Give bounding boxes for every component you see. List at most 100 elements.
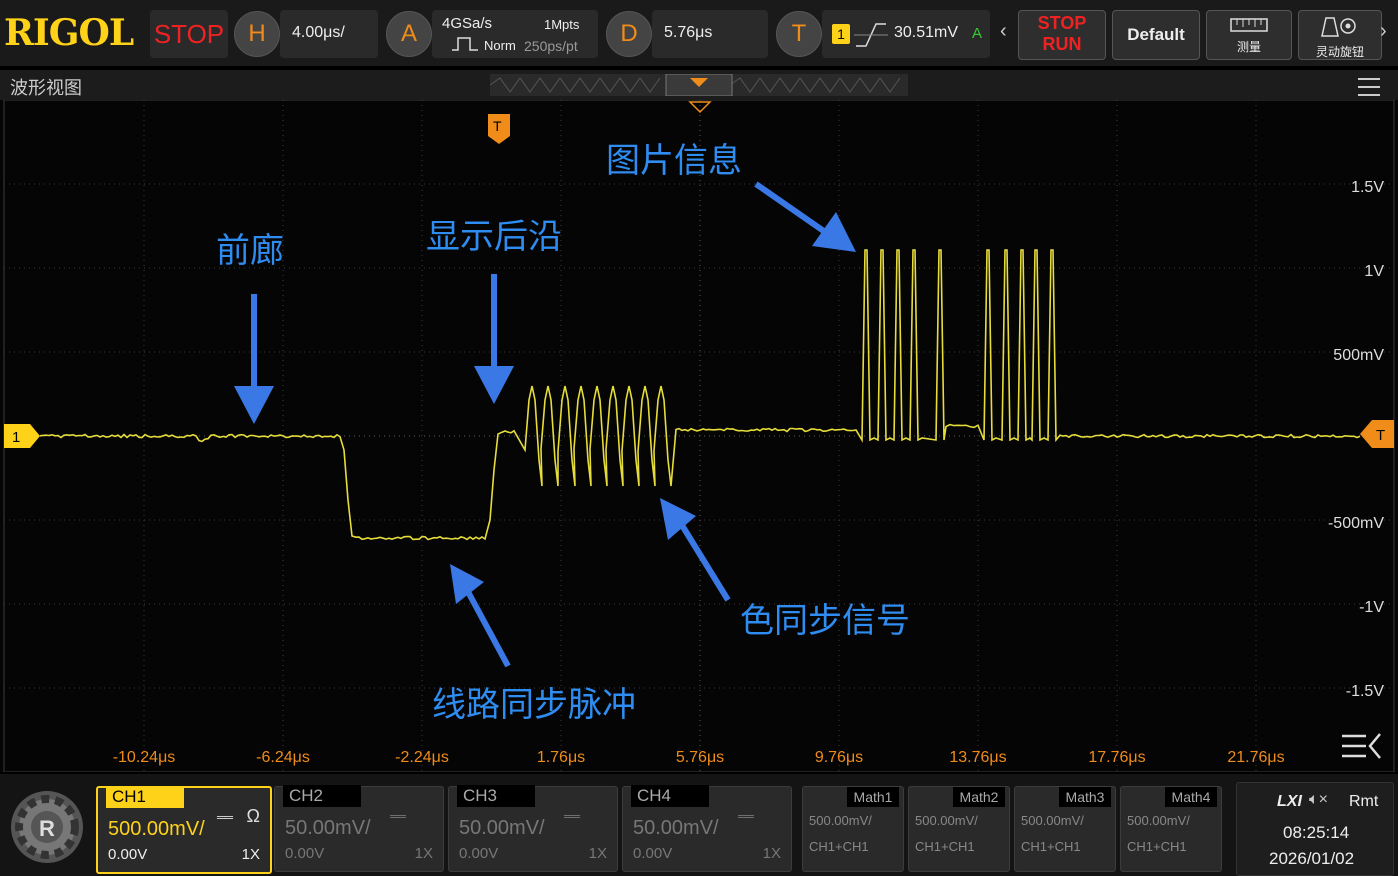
stop-run-button[interactable]: STOP RUN [1018, 10, 1106, 60]
mute-icon[interactable]: 🔈︎× [1309, 791, 1328, 809]
time-label: -10.24μs [113, 749, 176, 766]
ch2-offset: 0.00V [285, 845, 324, 862]
acquire-mode-icon [450, 36, 480, 52]
math3-label: Math3 [1059, 787, 1111, 807]
lxi-label: LXI [1277, 793, 1302, 811]
trigger-panel[interactable]: 1 30.51mV A [822, 10, 990, 58]
math2-panel[interactable]: Math2 500.00mV/ CH1+CH1 [908, 786, 1010, 872]
ch1-probe: 1X [242, 846, 260, 863]
ch1-label: CH1 [106, 786, 184, 808]
time-resolution: 250ps/pt [524, 38, 578, 54]
ch2-probe: 1X [415, 845, 433, 862]
home-gear-icon[interactable]: R [6, 786, 88, 868]
annotation-front-porch: 前廊 [216, 232, 284, 270]
time-label: -6.24μs [256, 749, 310, 766]
trigger-key-icon[interactable]: T [776, 11, 822, 57]
horizontal-key-icon[interactable]: H [234, 11, 280, 57]
volt-label: -1V [1359, 599, 1384, 616]
ch4-panel[interactable]: CH4 50.00mV/ ══ 0.00V 1X [622, 786, 792, 872]
volt-label: 500mV [1333, 347, 1384, 364]
ch3-label: CH3 [457, 785, 535, 807]
math4-panel[interactable]: Math4 500.00mV/ CH1+CH1 [1120, 786, 1222, 872]
ch4-scale: 50.00mV/ [633, 817, 719, 840]
time-label: 5.76μs [676, 749, 724, 766]
math1-label: Math1 [847, 787, 899, 807]
status-clock-panel[interactable]: LXI 🔈︎× Rmt 08:25:14 2026/01/02 [1236, 782, 1394, 876]
time-label: 9.76μs [815, 749, 863, 766]
volt-label: -500mV [1328, 515, 1384, 532]
acquire-mode: Norm [484, 38, 516, 53]
clock-time: 08:25:14 [1283, 823, 1349, 843]
horizontal-scale-panel[interactable]: 4.00μs/ [280, 10, 378, 58]
ch2-panel[interactable]: CH2 50.00mV/ ══ 0.00V 1X [274, 786, 444, 872]
knob-button[interactable]: 灵动旋钮 [1298, 10, 1382, 60]
time-label: 13.76μs [949, 749, 1006, 766]
math3-scale: 500.00mV/ [1021, 813, 1084, 828]
waveform-canvas: 1 T T 1.5V 1V 500mV -500mV -1V -1.5V -10… [0, 100, 1398, 772]
run-state-indicator[interactable]: STOP [150, 10, 228, 58]
knob-icon [1318, 14, 1362, 38]
ch3-panel[interactable]: CH3 50.00mV/ ══ 0.00V 1X [448, 786, 618, 872]
math4-scale: 500.00mV/ [1127, 813, 1190, 828]
measure-button[interactable]: 测量 [1206, 10, 1292, 60]
ch3-scale: 50.00mV/ [459, 817, 545, 840]
math2-source: CH1+CH1 [915, 839, 975, 854]
top-toolbar: RIGOL STOP H 4.00μs/ A 4GSa/s 1Mpts Norm… [0, 0, 1398, 66]
dc-coupling-icon: ══ [217, 810, 232, 824]
trigger-source-badge: 1 [832, 24, 850, 44]
time-label: -2.24μs [395, 749, 449, 766]
math3-source: CH1+CH1 [1021, 839, 1081, 854]
run-label: RUN [1019, 34, 1105, 55]
delay-value: 5.76μs [664, 24, 712, 42]
measure-label: 测量 [1207, 38, 1291, 55]
annotation-image-info: 图片信息 [606, 142, 742, 180]
remote-label: Rmt [1349, 793, 1378, 811]
ch1-panel[interactable]: CH1 500.00mV/ ══ Ω 0.00V 1X [96, 786, 272, 874]
time-label: 17.76μs [1088, 749, 1145, 766]
ch2-scale: 50.00mV/ [285, 817, 371, 840]
bottom-status-bar: R CH1 500.00mV/ ══ Ω 0.00V 1X CH2 50.00m… [0, 774, 1398, 876]
horizontal-scale-value: 4.00μs/ [292, 24, 345, 42]
waveform-view-header: 波形视图 [0, 70, 1398, 100]
ch4-offset: 0.00V [633, 845, 672, 862]
ch1-marker-label: 1 [12, 429, 20, 446]
stop-label: STOP [1019, 13, 1105, 34]
knob-label: 灵动旋钮 [1299, 43, 1381, 60]
default-button[interactable]: Default [1112, 10, 1200, 60]
annotation-line-sync: 线路同步脉冲 [432, 686, 636, 724]
math2-label: Math2 [953, 787, 1005, 807]
waveform-display[interactable]: 1 T T 1.5V 1V 500mV -500mV -1V -1.5V -10… [0, 100, 1398, 772]
ch1-offset: 0.00V [108, 846, 147, 863]
trigger-mode: A [972, 25, 982, 42]
volt-label: 1V [1364, 263, 1384, 280]
dc-coupling-icon: ══ [390, 809, 405, 823]
dc-coupling-icon: ══ [738, 809, 753, 823]
memory-position-bar[interactable] [490, 74, 908, 96]
clock-date: 2026/01/02 [1269, 849, 1354, 869]
math2-scale: 500.00mV/ [915, 813, 978, 828]
delay-key-icon[interactable]: D [606, 11, 652, 57]
math1-source: CH1+CH1 [809, 839, 869, 854]
ch1-scale: 500.00mV/ [108, 818, 205, 841]
annotation-color-sync: 色同步信号 [740, 602, 910, 640]
trigger-level: 30.51mV [894, 24, 958, 42]
delay-panel[interactable]: 5.76μs [652, 10, 768, 58]
acquire-panel[interactable]: 4GSa/s 1Mpts Norm 250ps/pt [432, 10, 598, 58]
svg-text:R: R [39, 816, 55, 841]
trigger-level-marker-label: T [1376, 427, 1385, 444]
annotation-back-porch: 显示后沿 [426, 218, 562, 256]
memory-depth: 1Mpts [544, 17, 579, 32]
chevron-left-icon[interactable]: ‹ [1000, 20, 1007, 43]
menu-icon[interactable] [1358, 78, 1380, 96]
acquire-key-icon[interactable]: A [386, 11, 432, 57]
chevron-right-icon[interactable]: › [1380, 20, 1387, 43]
math3-panel[interactable]: Math3 500.00mV/ CH1+CH1 [1014, 786, 1116, 872]
math1-scale: 500.00mV/ [809, 813, 872, 828]
math4-source: CH1+CH1 [1127, 839, 1187, 854]
sample-rate: 4GSa/s [442, 15, 492, 32]
rising-edge-icon [854, 20, 888, 48]
math1-panel[interactable]: Math1 500.00mV/ CH1+CH1 [802, 786, 904, 872]
volt-label: 1.5V [1351, 179, 1384, 196]
rigol-logo: RIGOL [4, 12, 133, 54]
ruler-icon [1229, 17, 1269, 33]
